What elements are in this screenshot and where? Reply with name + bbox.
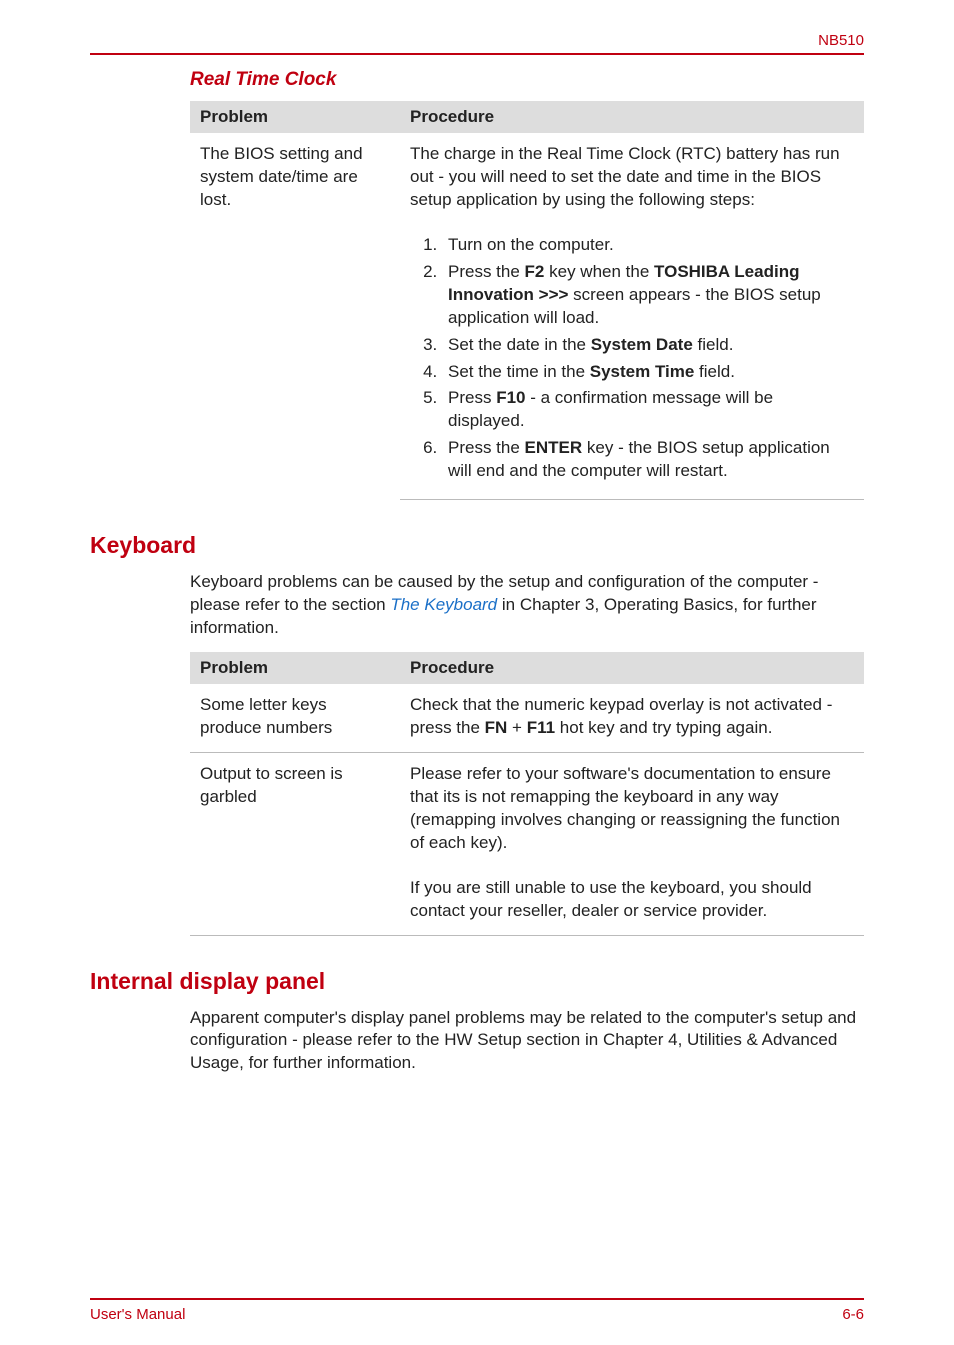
rtc-step-4b: System Time [590, 362, 695, 381]
keyboard-row3-proc: If you are still unable to use the keybo… [400, 867, 864, 935]
keyboard-th-procedure: Procedure [400, 652, 864, 684]
footer-right: 6-6 [842, 1306, 864, 1323]
rtc-table: Problem Procedure The BIOS setting and s… [190, 101, 864, 500]
footer: User's Manual 6-6 [90, 1298, 864, 1323]
keyboard-row1-d: F11 [527, 718, 555, 737]
rtc-step-2b: F2 [525, 262, 545, 281]
rtc-step-6a: Press the [448, 438, 525, 457]
keyboard-row1-proc: Check that the numeric keypad overlay is… [400, 684, 864, 752]
rtc-procedure-intro: The charge in the Real Time Clock (RTC) … [400, 133, 864, 224]
rtc-step-6: Press the ENTER key - the BIOS setup app… [442, 437, 854, 483]
rtc-step-1: Turn on the computer. [442, 234, 854, 257]
keyboard-row1-problem: Some letter keys produce numbers [190, 684, 400, 752]
rtc-heading: Real Time Clock [190, 69, 864, 91]
rtc-th-problem: Problem [190, 101, 400, 133]
keyboard-table: Problem Procedure Some letter keys produ… [190, 652, 864, 936]
header-doc-id: NB510 [818, 32, 864, 53]
rtc-step-2c: key when the [544, 262, 654, 281]
footer-left: User's Manual [90, 1306, 185, 1323]
rtc-step-3: Set the date in the System Date field. [442, 334, 854, 357]
keyboard-heading: Keyboard [90, 532, 864, 559]
keyboard-row1-e: hot key and try typing again. [555, 718, 772, 737]
rtc-step-4: Set the time in the System Time field. [442, 361, 854, 384]
keyboard-row2-proc: Please refer to your software's document… [400, 752, 864, 866]
keyboard-row2-problem: Output to screen is garbled [190, 752, 400, 935]
display-heading: Internal display panel [90, 968, 864, 995]
rtc-steps-cell: Turn on the computer. Press the F2 key w… [400, 224, 864, 500]
keyboard-th-problem: Problem [190, 652, 400, 684]
keyboard-row1-c: + [507, 718, 526, 737]
rtc-step-3a: Set the date in the [448, 335, 591, 354]
rtc-step-4c: field. [694, 362, 735, 381]
rtc-step-2: Press the F2 key when the TOSHIBA Leadin… [442, 261, 854, 330]
rtc-step-4a: Set the time in the [448, 362, 590, 381]
rtc-step-5: Press F10 - a confirmation message will … [442, 387, 854, 433]
header-rule [90, 53, 864, 55]
rtc-step-3c: field. [693, 335, 734, 354]
rtc-step-5a: Press [448, 388, 496, 407]
rtc-steps-list: Turn on the computer. Press the F2 key w… [410, 234, 854, 483]
rtc-step-6b: ENTER [525, 438, 583, 457]
keyboard-row1-b: FN [485, 718, 508, 737]
keyboard-intro: Keyboard problems can be caused by the s… [190, 571, 864, 640]
rtc-step-5b: F10 [496, 388, 525, 407]
keyboard-intro-link[interactable]: The Keyboard [390, 595, 497, 614]
display-intro: Apparent computer's display panel proble… [190, 1007, 864, 1076]
rtc-problem: The BIOS setting and system date/time ar… [190, 133, 400, 500]
rtc-th-procedure: Procedure [400, 101, 864, 133]
rtc-step-3b: System Date [591, 335, 693, 354]
rtc-step-2a: Press the [448, 262, 525, 281]
